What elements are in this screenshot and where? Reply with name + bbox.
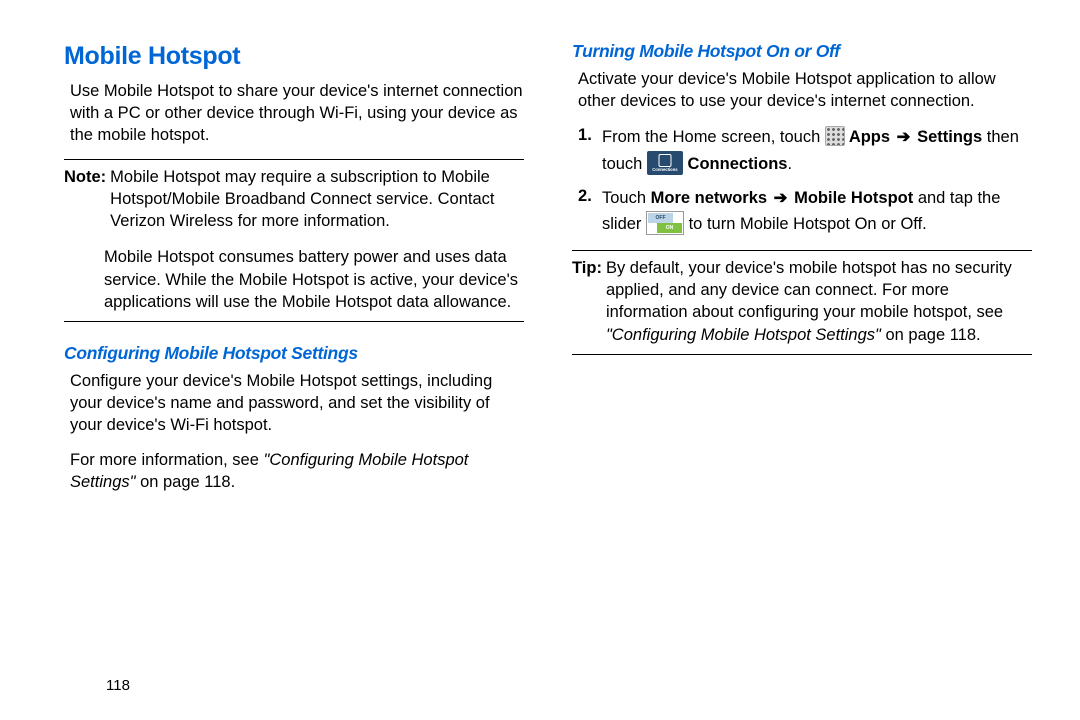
config-paragraph-2: For more information, see "Configuring M… bbox=[70, 449, 524, 494]
step1-pre: From the Home screen, touch bbox=[602, 128, 825, 146]
step1-apps-label: Apps bbox=[845, 128, 890, 146]
note-block: Note: Mobile Hotspot may require a subsc… bbox=[64, 159, 524, 323]
tip-body: By default, your device's mobile hotspot… bbox=[606, 257, 1032, 346]
left-column: Mobile Hotspot Use Mobile Hotspot to sha… bbox=[70, 40, 524, 505]
sub-heading-config: Configuring Mobile Hotspot Settings bbox=[64, 342, 524, 366]
apps-icon bbox=[825, 126, 845, 146]
step1-connections-label: Connections bbox=[683, 155, 788, 173]
config-paragraph-1: Configure your device's Mobile Hotspot s… bbox=[70, 370, 524, 437]
note-body-2: Mobile Hotspot consumes battery power an… bbox=[64, 246, 524, 313]
tip-block: Tip: By default, your device's mobile ho… bbox=[572, 250, 1032, 355]
intro-paragraph: Use Mobile Hotspot to share your device'… bbox=[70, 80, 524, 147]
step2-post: to turn Mobile Hotspot On or Off. bbox=[684, 215, 927, 233]
config-xref-pre: For more information, see bbox=[70, 451, 264, 469]
sub-heading-onoff: Turning Mobile Hotspot On or Off bbox=[572, 40, 1032, 64]
main-heading: Mobile Hotspot bbox=[64, 40, 524, 74]
tip-label: Tip: bbox=[572, 257, 606, 346]
tip-post: on page 118. bbox=[881, 326, 981, 344]
onoff-intro: Activate your device's Mobile Hotspot ap… bbox=[578, 68, 1032, 113]
tip-xref-link[interactable]: "Configuring Mobile Hotspot Settings" bbox=[606, 326, 881, 344]
connections-icon bbox=[647, 151, 683, 175]
note-label: Note: bbox=[64, 166, 110, 233]
step-1: From the Home screen, touch Apps ➔ Setti… bbox=[578, 124, 1032, 177]
step2-pre: Touch bbox=[602, 189, 651, 207]
config-xref-post: on page 118. bbox=[135, 473, 235, 491]
step1-period: . bbox=[787, 155, 792, 173]
step1-settings-label: Settings bbox=[917, 128, 982, 146]
right-column: Turning Mobile Hotspot On or Off Activat… bbox=[578, 40, 1032, 505]
page-number: 118 bbox=[106, 676, 130, 696]
slider-icon: OFFON bbox=[646, 211, 684, 235]
step-2: Touch More networks ➔ Mobile Hotspot and… bbox=[578, 185, 1032, 238]
steps-list: From the Home screen, touch Apps ➔ Setti… bbox=[578, 124, 1032, 238]
note-body-1: Mobile Hotspot may require a subscriptio… bbox=[110, 166, 524, 233]
arrow-icon: ➔ bbox=[890, 128, 917, 146]
step2-mh-label: Mobile Hotspot bbox=[794, 189, 913, 207]
step2-more-label: More networks bbox=[651, 189, 772, 207]
arrow-icon: ➔ bbox=[772, 189, 794, 207]
tip-body-pre: By default, your device's mobile hotspot… bbox=[606, 259, 1012, 322]
